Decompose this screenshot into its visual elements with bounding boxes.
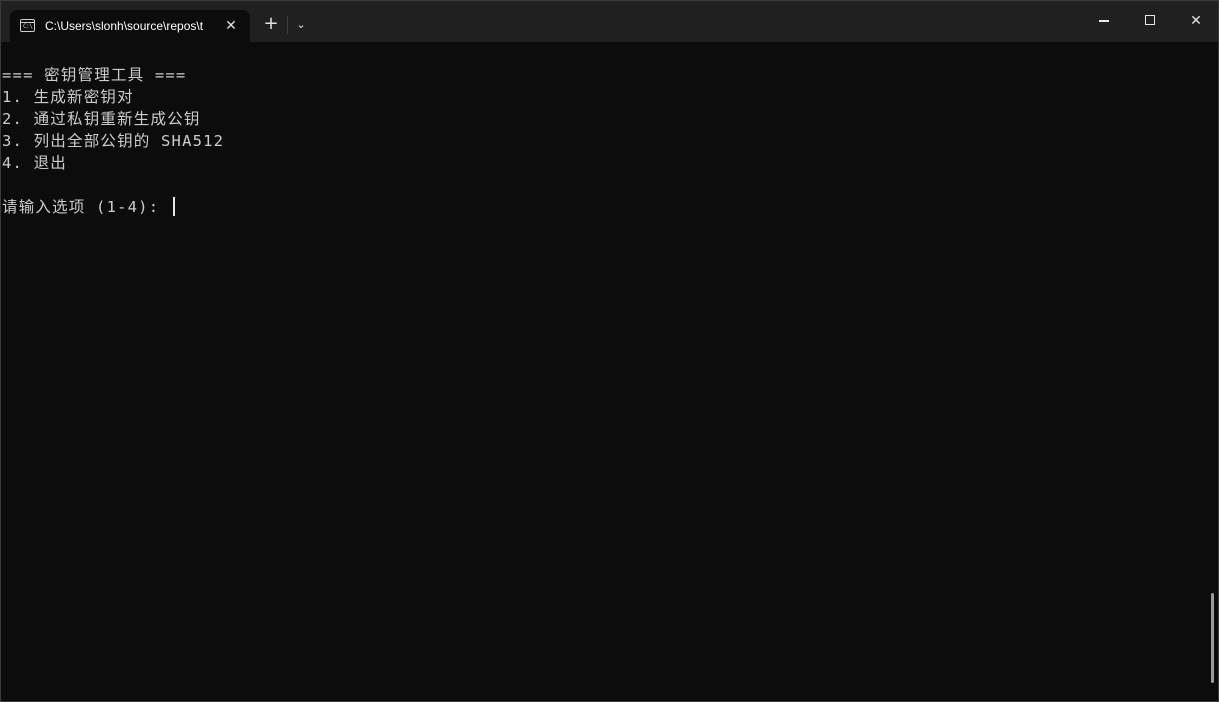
text-cursor	[172, 196, 175, 216]
scrollbar-thumb[interactable]	[1211, 593, 1214, 683]
input-prompt: 请输入选项 (1-4):	[2, 198, 170, 216]
terminal-icon: C:\	[20, 19, 35, 32]
tab-divider	[287, 16, 288, 34]
menu-option-1: 1. 生成新密钥对	[2, 88, 134, 106]
close-button[interactable]: ✕	[1173, 1, 1219, 42]
input-prompt-line[interactable]: 请输入选项 (1-4):	[2, 196, 175, 218]
maximize-icon	[1145, 14, 1155, 25]
maximize-button[interactable]	[1127, 1, 1173, 42]
title-bar: C:\ C:\Users\slonh\source\repos\t ✕ + ⌄ …	[1, 1, 1218, 42]
terminal-output[interactable]: === 密钥管理工具 === 1. 生成新密钥对 2. 通过私钥重新生成公钥 3…	[2, 42, 1212, 702]
minimize-button[interactable]	[1081, 1, 1127, 42]
menu-title: === 密钥管理工具 ===	[2, 66, 187, 84]
terminal-window: C:\ C:\Users\slonh\source\repos\t ✕ + ⌄ …	[0, 0, 1219, 702]
menu-option-2: 2. 通过私钥重新生成公钥	[2, 110, 201, 128]
chevron-down-icon[interactable]: ⌄	[290, 14, 312, 36]
menu-option-4: 4. 退出	[2, 154, 67, 172]
tab-terminal[interactable]: C:\ C:\Users\slonh\source\repos\t ✕	[10, 10, 250, 42]
menu-option-3: 3. 列出全部公钥的 SHA512	[2, 132, 225, 150]
tab-close-icon[interactable]: ✕	[222, 17, 240, 35]
minimize-icon	[1099, 20, 1109, 22]
new-tab-button[interactable]: +	[260, 14, 282, 36]
tab-title: C:\Users\slonh\source\repos\t	[45, 19, 204, 33]
